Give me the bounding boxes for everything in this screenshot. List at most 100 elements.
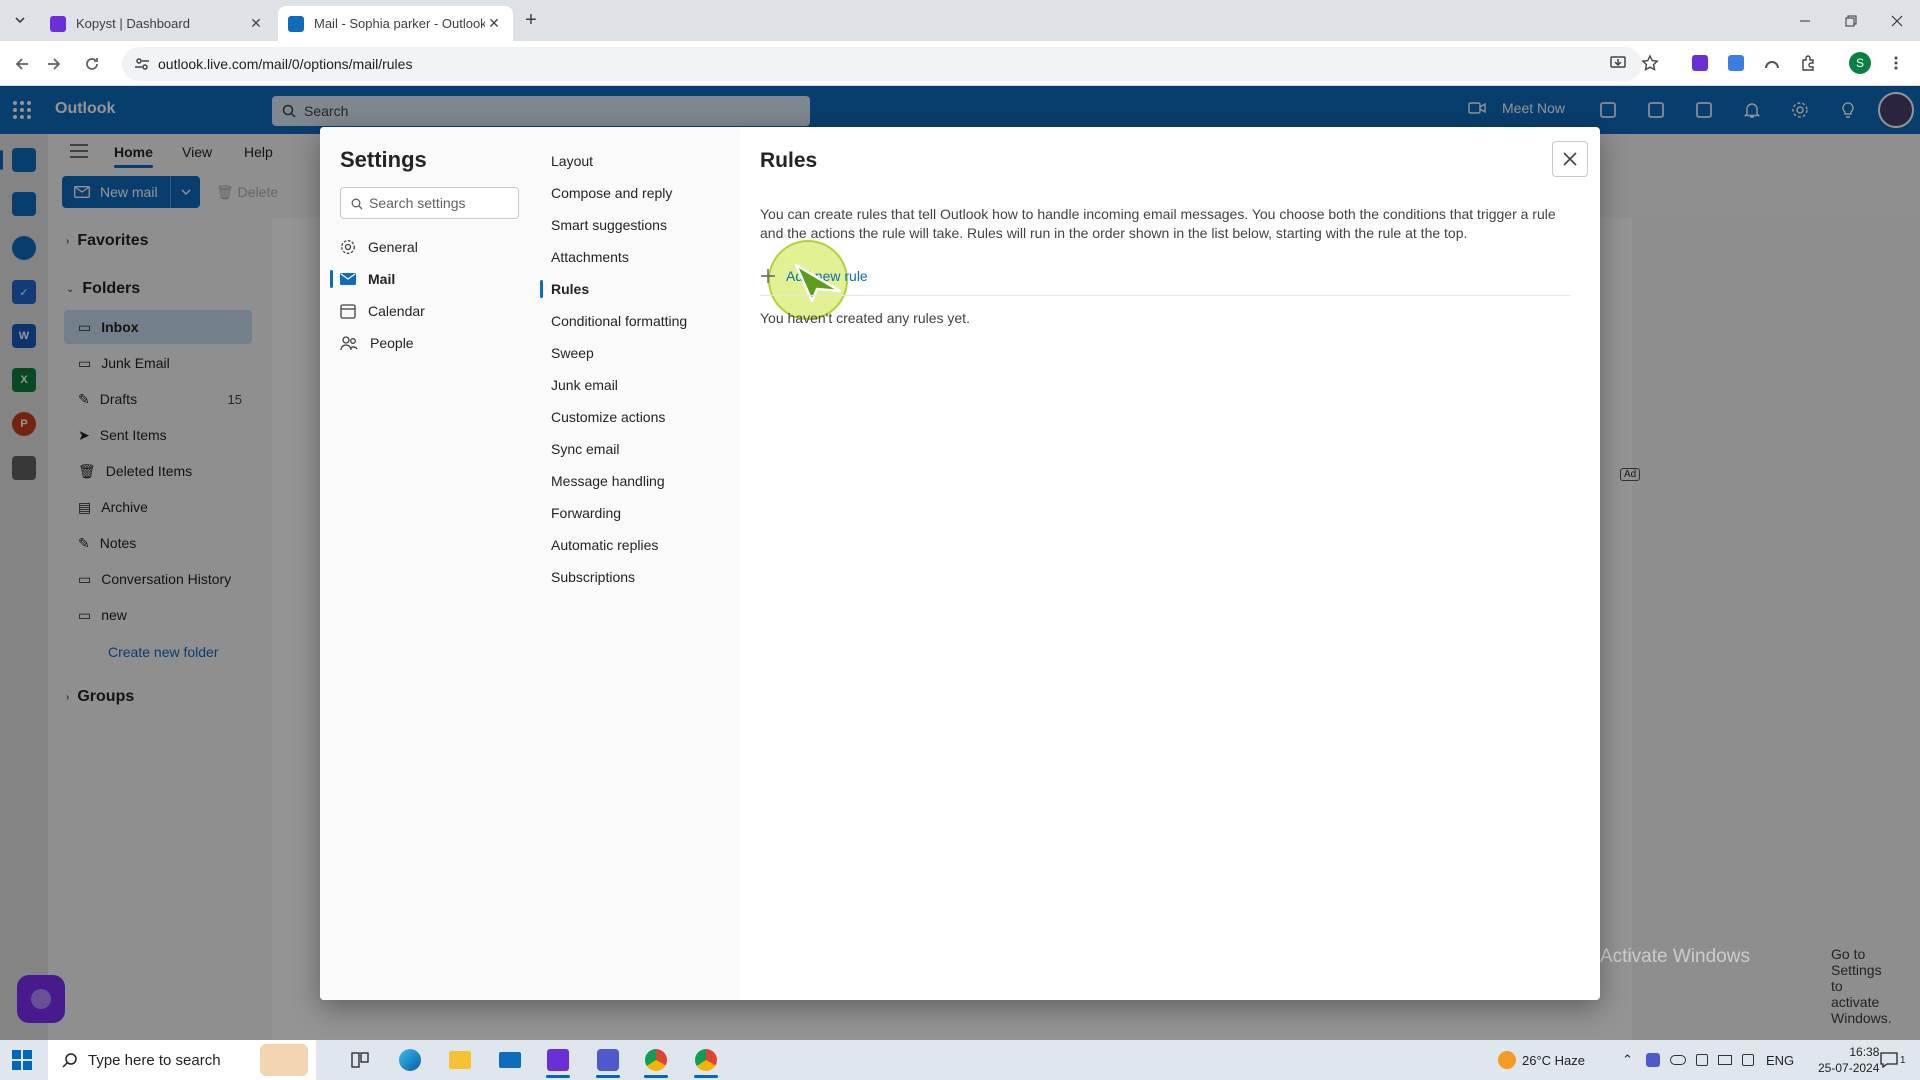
tab-title: Mail - Sophia parker - Outlook <box>314 16 485 31</box>
notification-center-icon[interactable]: 1 <box>1880 1040 1906 1080</box>
network-icon[interactable] <box>1718 1055 1732 1065</box>
kopyst-extension-icon[interactable] <box>1688 51 1712 75</box>
tab-title: Kopyst | Dashboard <box>76 16 190 31</box>
task-view-icon[interactable] <box>344 1046 376 1074</box>
rules-divider <box>760 295 1570 296</box>
cursor-arrow-icon <box>794 263 842 303</box>
profile-avatar-icon[interactable]: S <box>1848 51 1872 75</box>
search-icon <box>351 198 363 210</box>
settings-smart-suggestions[interactable]: Smart suggestions <box>551 211 667 239</box>
address-bar[interactable]: outlook.live.com/mail/0/options/mail/rul… <box>122 47 1642 81</box>
mail-icon <box>340 273 356 285</box>
category-label: General <box>368 239 418 255</box>
extension-icon[interactable] <box>1724 51 1748 75</box>
settings-automatic-replies[interactable]: Automatic replies <box>551 531 658 559</box>
category-calendar[interactable]: Calendar <box>340 297 500 325</box>
new-tab-icon[interactable]: + <box>520 9 542 31</box>
volume-icon[interactable] <box>1742 1054 1754 1066</box>
clock-time: 16:38 <box>1849 1045 1880 1059</box>
settings-compose-and-reply[interactable]: Compose and reply <box>551 179 672 207</box>
category-general[interactable]: General <box>340 233 500 261</box>
search-settings-placeholder: Search settings <box>369 195 466 211</box>
reload-icon[interactable] <box>78 50 106 78</box>
onedrive-icon[interactable] <box>1670 1055 1686 1065</box>
activate-windows-watermark: Activate Windows Go to Settings to activ… <box>1600 946 1892 1026</box>
gear-icon <box>341 240 355 254</box>
url-text: outlook.live.com/mail/0/options/mail/rul… <box>158 56 413 72</box>
browser-tab-outlook[interactable]: Mail - Sophia parker - Outlook ✕ <box>278 6 513 41</box>
category-label: People <box>370 335 414 351</box>
windows-taskbar: Type here to search 26°C Haze ⌃ ENG 16:3… <box>0 1040 1920 1080</box>
notification-badge: 1 <box>1900 1054 1906 1066</box>
no-rules-message: You haven't created any rules yet. <box>760 310 970 326</box>
weather-text: 26°C Haze <box>1522 1052 1586 1068</box>
settings-sweep[interactable]: Sweep <box>551 339 594 367</box>
teams-taskbar-icon[interactable] <box>592 1046 624 1078</box>
language-indicator[interactable]: ENG <box>1766 1040 1794 1080</box>
watermark-subtitle: Go to Settings to activate Windows. <box>1831 946 1892 1026</box>
clock[interactable]: 16:38 25-07-2024 <box>1818 1040 1879 1080</box>
restore-icon[interactable] <box>1828 0 1874 41</box>
outlook-logo-icon <box>288 15 304 32</box>
settings-junk-email[interactable]: Junk email <box>551 371 618 399</box>
settings-conditional-formatting[interactable]: Conditional formatting <box>551 307 687 335</box>
weather-widget[interactable]: 26°C Haze <box>1498 1040 1585 1080</box>
file-explorer-icon[interactable] <box>444 1046 476 1074</box>
search-highlight-image <box>260 1044 308 1076</box>
browser-menu-icon[interactable] <box>1884 51 1908 75</box>
settings-subscriptions[interactable]: Subscriptions <box>551 563 635 591</box>
plus-icon <box>761 269 775 283</box>
category-label: Calendar <box>368 303 425 319</box>
close-icon <box>1563 152 1577 166</box>
chrome-taskbar-icon[interactable] <box>640 1046 672 1078</box>
search-icon <box>62 1053 77 1068</box>
settings-sync-email[interactable]: Sync email <box>551 435 619 463</box>
rules-title: Rules <box>760 149 818 172</box>
taskbar-search-input[interactable]: Type here to search <box>48 1040 316 1080</box>
install-app-icon[interactable] <box>1606 51 1630 75</box>
settings-dialog: Settings Search settings General Mail Ca… <box>320 127 1600 1000</box>
search-settings-input[interactable]: Search settings <box>340 187 519 219</box>
forward-icon[interactable] <box>40 50 68 78</box>
windows-start-icon[interactable] <box>12 1050 32 1073</box>
site-settings-icon[interactable] <box>134 56 150 72</box>
watermark-title: Activate Windows <box>1600 946 1750 967</box>
minimize-icon[interactable] <box>1782 0 1828 41</box>
people-icon <box>340 336 358 351</box>
settings-rules[interactable]: Rules <box>539 275 589 303</box>
settings-nav: Settings Search settings General Mail Ca… <box>320 127 740 1000</box>
extension-arc-icon[interactable] <box>1760 51 1784 75</box>
chrome-profile-taskbar-icon[interactable] <box>690 1046 722 1078</box>
category-people[interactable]: People <box>340 329 500 357</box>
settings-forwarding[interactable]: Forwarding <box>551 499 621 527</box>
calendar-icon <box>340 304 356 319</box>
settings-layout[interactable]: Layout <box>551 147 593 175</box>
tray-overflow-icon[interactable]: ⌃ <box>1622 1040 1633 1080</box>
browser-tab-kopyst[interactable]: Kopyst | Dashboard ✕ <box>40 6 275 41</box>
system-tray-icons <box>1646 1040 1754 1080</box>
tab-search-chevron-icon[interactable] <box>8 8 32 32</box>
close-settings-button[interactable] <box>1552 141 1588 177</box>
close-window-icon[interactable] <box>1874 0 1920 41</box>
category-mail[interactable]: Mail <box>330 265 500 293</box>
edge-icon[interactable] <box>394 1046 426 1074</box>
settings-message-handling[interactable]: Message handling <box>551 467 665 495</box>
taskbar-search-placeholder: Type here to search <box>88 1051 221 1069</box>
close-tab-icon[interactable]: ✕ <box>247 15 265 33</box>
settings-customize-actions[interactable]: Customize actions <box>551 403 665 431</box>
extensions-puzzle-icon[interactable] <box>1796 51 1820 75</box>
display-icon[interactable] <box>1696 1054 1708 1066</box>
kopyst-logo-icon <box>50 15 66 32</box>
close-tab-icon[interactable]: ✕ <box>485 15 503 33</box>
clock-date: 25-07-2024 <box>1818 1061 1880 1075</box>
settings-attachments[interactable]: Attachments <box>551 243 629 271</box>
browser-tab-strip: Kopyst | Dashboard ✕ Mail - Sophia parke… <box>0 0 1920 41</box>
bookmark-star-icon[interactable] <box>1638 51 1662 75</box>
category-label: Mail <box>368 271 396 287</box>
settings-title: Settings <box>340 147 427 172</box>
mail-app-taskbar-icon[interactable] <box>494 1046 526 1074</box>
browser-toolbar: outlook.live.com/mail/0/options/mail/rul… <box>0 41 1920 86</box>
teams-tray-icon[interactable] <box>1646 1053 1660 1067</box>
back-icon[interactable] <box>8 50 36 78</box>
kopyst-taskbar-icon[interactable] <box>542 1046 574 1078</box>
